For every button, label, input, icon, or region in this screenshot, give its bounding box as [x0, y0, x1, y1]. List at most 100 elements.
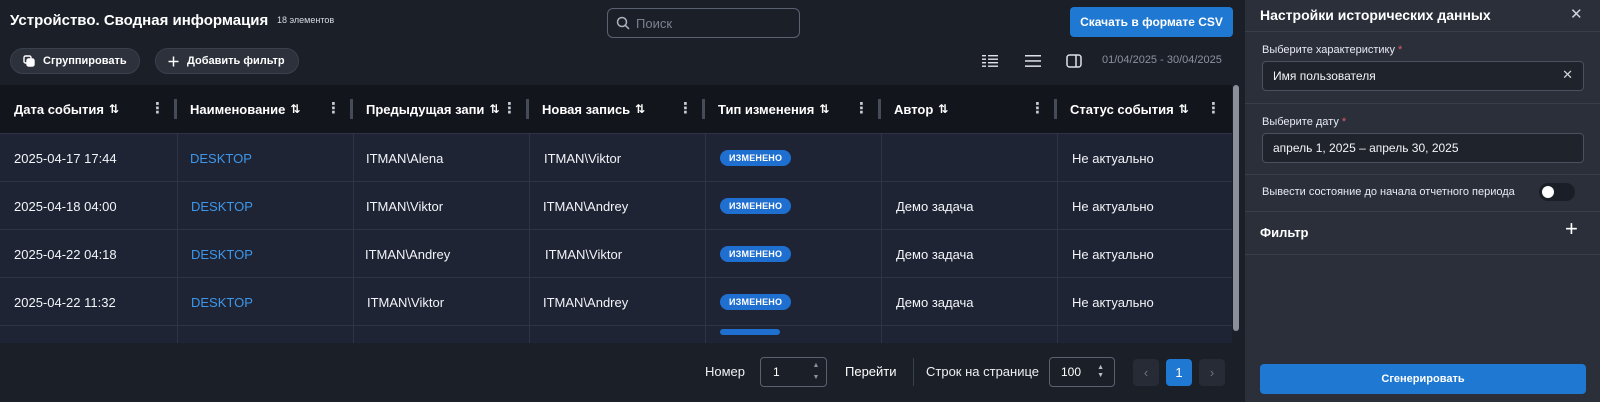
column-header-date[interactable]: Дата события ⇅	[14, 85, 119, 133]
column-menu-icon[interactable]: ⋮	[1206, 101, 1221, 116]
add-filter-label: Добавить фильтр	[187, 55, 285, 67]
search-input[interactable]	[636, 15, 786, 31]
cell-prev: ITMAN\Viktor	[366, 198, 444, 214]
table-row[interactable]: 2025-04-18 04:00 DESKTOP ITMAN\Viktor IT…	[0, 181, 1232, 229]
compact-view-icon[interactable]	[980, 51, 1000, 71]
cell-status: Не актуально	[1072, 294, 1154, 310]
page-stepper[interactable]: ▲ ▼	[810, 360, 822, 384]
chevron-left-icon: ‹	[1143, 365, 1149, 380]
sort-icon: ⇅	[635, 102, 646, 116]
side-panel-toggle-icon[interactable]	[1064, 51, 1084, 71]
list-view-icon[interactable]	[1023, 51, 1043, 71]
scrollbar-thumb[interactable]	[1233, 85, 1239, 331]
column-resize-handle[interactable]	[878, 99, 881, 119]
pre-period-toggle[interactable]	[1539, 183, 1575, 201]
cell-status: Не актуально	[1072, 246, 1154, 262]
table-header: Дата события ⇅ ⋮ Наименование ⇅ ⋮ Предыдущ…	[0, 85, 1232, 133]
toggle-knob	[1542, 186, 1554, 198]
toggle-label: Вывести состояние до начала отчетного пе…	[1262, 186, 1515, 198]
close-icon[interactable]: ✕	[1570, 5, 1583, 23]
prev-page-button[interactable]: ‹	[1133, 359, 1159, 386]
chevron-right-icon: ›	[1209, 365, 1215, 380]
column-header-new[interactable]: Новая запись ⇅	[542, 85, 645, 133]
main-area: Устройство. Сводная информация 18 элемен…	[0, 0, 1245, 402]
sort-icon: ⇅	[290, 102, 301, 116]
cell-name-link[interactable]: DESKTOP	[191, 278, 253, 326]
column-resize-handle[interactable]	[174, 99, 177, 119]
status-badge: ИЗМЕНЕНО	[720, 294, 792, 310]
rows-per-page-select[interactable]: 100 ▲ ▼	[1049, 357, 1115, 387]
divider	[1245, 254, 1600, 255]
cell-new: ITMAN\Andrey	[543, 294, 629, 310]
status-badge: ИЗМЕНЕНО	[720, 198, 792, 214]
add-filter-button[interactable]: Добавить фильтр	[155, 48, 299, 74]
divider	[1245, 211, 1600, 212]
cell-type: ИЗМЕНЕНО	[720, 278, 792, 326]
column-menu-icon[interactable]: ⋮	[678, 101, 693, 116]
add-filter-icon[interactable]: +	[1565, 218, 1578, 240]
sort-icon: ⇅	[819, 102, 830, 116]
status-badge: ИЗМЕНЕНО	[720, 150, 792, 166]
date-label: Выберите дату *	[1262, 116, 1347, 128]
page-number-label: Номер	[705, 364, 746, 379]
column-divider	[705, 133, 706, 343]
column-divider	[881, 133, 882, 343]
column-menu-icon[interactable]: ⋮	[1030, 101, 1045, 116]
group-icon	[23, 55, 35, 67]
table-row[interactable]: 2025-04-22 11:32 DESKTOP ITMAN\Viktor IT…	[0, 277, 1232, 325]
column-header-type[interactable]: Тип изменения ⇅	[718, 85, 829, 133]
cell-name-link[interactable]: DESKTOP	[190, 134, 252, 182]
sort-icon: ⇅	[108, 102, 120, 116]
page-number-input[interactable]: 1 ▲ ▼	[760, 357, 827, 387]
cell-date: 2025-04-17 17:44	[14, 150, 117, 166]
table-row[interactable]: 2025-04-22 04:18 DESKTOP ITMAN\Andrey IT…	[0, 229, 1232, 277]
panel-title: Настройки исторических данных	[1260, 7, 1491, 23]
column-resize-handle[interactable]	[1054, 99, 1057, 119]
cell-type: ИЗМЕНЕНО	[720, 182, 792, 230]
date-range: 01/04/2025 - 30/04/2025	[1102, 54, 1222, 66]
cell-name-link[interactable]: DESKTOP	[191, 230, 253, 278]
cell-author: Демо задача	[896, 294, 974, 310]
column-menu-icon[interactable]: ⋮	[326, 101, 341, 116]
table-scrollbar[interactable]	[1232, 85, 1240, 331]
cell-name-link[interactable]: DESKTOP	[191, 182, 253, 230]
characteristic-field[interactable]: Имя пользователя ✕	[1262, 61, 1584, 91]
column-header-status[interactable]: Статус события ⇅	[1070, 85, 1189, 133]
column-menu-icon[interactable]: ⋮	[150, 101, 165, 116]
column-resize-handle[interactable]	[702, 99, 705, 119]
search-box[interactable]	[607, 8, 800, 38]
download-csv-button[interactable]: Скачать в формате CSV	[1070, 7, 1233, 37]
date-range-field[interactable]: апрель 1, 2025 – апрель 30, 2025	[1262, 133, 1584, 163]
sort-icon: ⇅	[938, 102, 949, 116]
pager-divider	[913, 358, 914, 386]
column-divider	[1057, 133, 1058, 343]
cell-date: 2025-04-22 04:18	[14, 246, 117, 262]
cell-author: Демо задача	[896, 198, 974, 214]
column-menu-icon[interactable]: ⋮	[502, 101, 517, 116]
cell-prev: ITMAN\Alena	[366, 150, 444, 166]
column-header-name[interactable]: Наименование ⇅	[190, 85, 300, 133]
page-button-current[interactable]: 1	[1166, 359, 1192, 386]
column-resize-handle[interactable]	[526, 99, 529, 119]
cell-new: ITMAN\Viktor	[545, 246, 623, 262]
cell-type	[720, 326, 780, 343]
search-icon	[616, 16, 630, 30]
column-header-prev[interactable]: Предыдущая запи ⇅	[366, 85, 500, 133]
cell-type: ИЗМЕНЕНО	[720, 230, 792, 278]
generate-button[interactable]: Сгенерировать	[1260, 364, 1586, 394]
cell-type: ИЗМЕНЕНО	[720, 134, 792, 182]
cell-prev: ITMAN\Viktor	[367, 294, 445, 310]
column-menu-icon[interactable]: ⋮	[854, 101, 869, 116]
required-mark: *	[1397, 44, 1403, 56]
table-row-partial[interactable]	[0, 325, 1232, 343]
column-header-author[interactable]: Автор ⇅	[894, 85, 948, 133]
clear-icon[interactable]: ✕	[1562, 67, 1573, 83]
column-resize-handle[interactable]	[350, 99, 353, 119]
table-row[interactable]: 2025-04-17 17:44 DESKTOP ITMAN\Alena ITM…	[0, 133, 1232, 181]
next-page-button[interactable]: ›	[1199, 359, 1225, 386]
go-button[interactable]: Перейти	[845, 364, 897, 379]
status-badge-partial	[720, 329, 780, 335]
group-button[interactable]: Сгруппировать	[10, 48, 140, 74]
settings-panel: Настройки исторических данных ✕ Выберите…	[1245, 0, 1600, 402]
sort-icon: ⇅	[1178, 102, 1189, 116]
